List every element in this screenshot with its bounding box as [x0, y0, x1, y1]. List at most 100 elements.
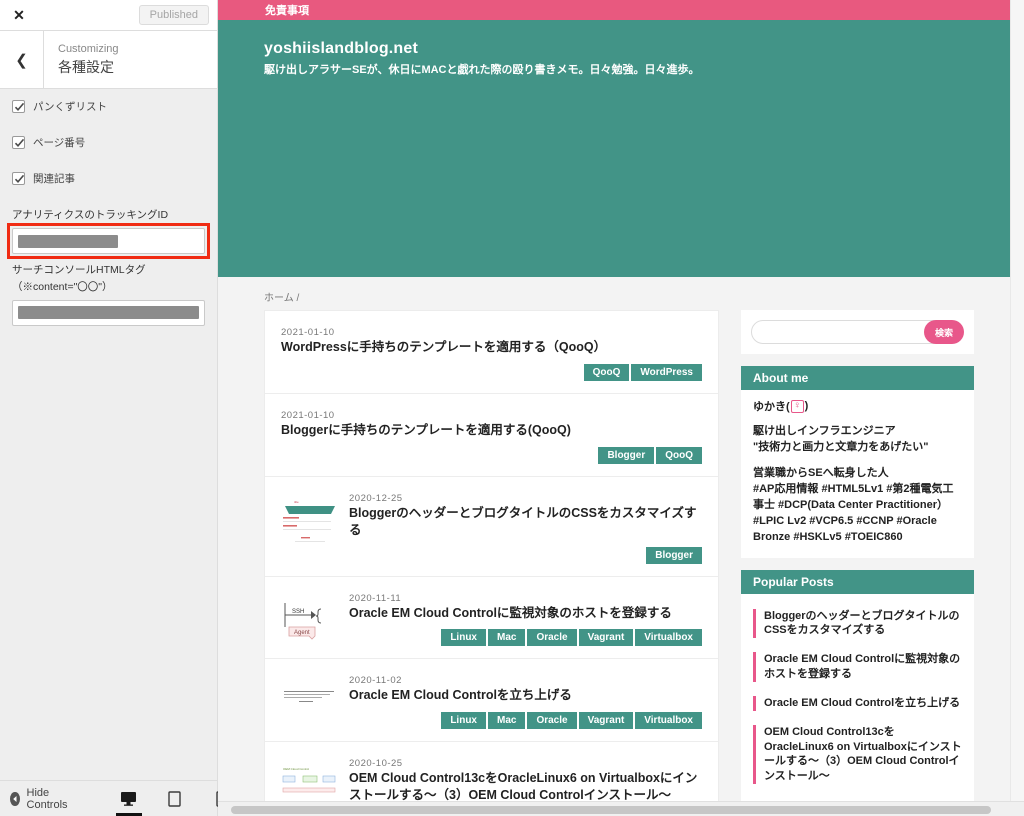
post-title[interactable]: Oracle EM Cloud Controlに監視対象のホストを登録する — [349, 605, 702, 622]
about-me-widget: About me ゆかき(♀) 駆け出しインフラエンジニア "技術力と画力と文章… — [741, 366, 974, 558]
author-name-tail: ) — [804, 400, 809, 412]
post-item[interactable]: 2021-01-10 WordPressに手持ちのテンプレートを適用する（Qoo… — [265, 311, 718, 394]
post-body: 2020-11-11 Oracle EM Cloud Controlに監視対象の… — [349, 593, 702, 647]
tag-chip[interactable]: Linux — [441, 629, 486, 647]
author-name-text: ゆかき( — [753, 401, 790, 413]
customizer-sidebar: ✕ Published ❮ Customizing 各種設定 パンくずリスト ペ… — [0, 0, 226, 816]
tag-chip[interactable]: Virtualbox — [635, 629, 702, 647]
customizer-footer: Hide Controls — [0, 780, 226, 816]
post-date: 2020-12-25 — [349, 492, 403, 504]
about-me-heading: About me — [741, 366, 974, 390]
redacted-value — [18, 306, 199, 320]
checkbox-icon[interactable] — [12, 172, 25, 185]
svg-text:Agent: Agent — [294, 630, 310, 636]
customizer-topbar: ✕ Published — [0, 0, 217, 31]
customizer-title-group: Customizing 各種設定 — [44, 41, 119, 79]
post-list: 2021-01-10 WordPressに手持ちのテンプレートを適用する（Qoo… — [264, 310, 719, 801]
collapse-left-icon — [10, 791, 20, 806]
checkbox-row-pagenum[interactable]: ページ番号 — [12, 135, 205, 150]
site-preview-frame: 免責事項 yoshiislandblog.net 駆け出しアラサーSEが、休日に… — [218, 0, 1024, 816]
search-console-tag-wrap — [12, 299, 205, 326]
post-item[interactable]: OEM Cloud Control 2020-10-25 OEM Cloud C… — [265, 742, 718, 801]
post-date: 2020-11-11 — [349, 592, 402, 604]
post-title[interactable]: BloggerのヘッダーとブログタイトルのCSSをカスタマイズする — [349, 505, 702, 539]
post-title[interactable]: WordPressに手持ちのテンプレートを適用する（QooQ） — [281, 339, 702, 356]
popular-post-title[interactable]: OEM Cloud Control13cをOracleLinux6 on Vir… — [764, 725, 962, 784]
post-item[interactable]: title 2020-12-25 BloggerのヘッダーとブログタイトルのCS… — [265, 477, 718, 577]
customizer-controls: パンくずリスト ページ番号 関連記事 アナリティクスのトラッキングID サーチコ… — [0, 89, 217, 816]
svg-text:title: title — [294, 500, 299, 504]
checkbox-label: 関連記事 — [33, 173, 75, 185]
post-tags: QooQ WordPress — [281, 363, 702, 381]
redacted-value — [18, 234, 118, 248]
close-icon[interactable]: ✕ — [10, 6, 28, 24]
tag-chip[interactable]: Blogger — [598, 446, 655, 464]
post-title[interactable]: Bloggerに手持ちのテンプレートを適用する(QooQ) — [281, 422, 702, 439]
post-title[interactable]: OEM Cloud Control13cをOracleLinux6 on Vir… — [349, 770, 702, 801]
scrollbar-thumb[interactable] — [231, 806, 991, 814]
post-date: 2021-01-10 — [281, 327, 335, 338]
post-item[interactable]: 2020-11-02 Oracle EM Cloud Controlを立ち上げる… — [265, 659, 718, 743]
checkbox-label: ページ番号 — [33, 137, 86, 149]
tag-chip[interactable]: QooQ — [656, 446, 702, 464]
post-body: 2020-12-25 BloggerのヘッダーとブログタイトルのCSSをカスタマ… — [349, 493, 702, 564]
search-console-tag-input[interactable] — [12, 299, 205, 326]
hide-controls-button[interactable]: Hide Controls — [10, 787, 72, 811]
tag-chip[interactable]: QooQ — [583, 363, 630, 381]
post-item[interactable]: 2021-01-10 Bloggerに手持ちのテンプレートを適用する(QooQ)… — [265, 394, 718, 477]
content-columns: 2021-01-10 WordPressに手持ちのテンプレートを適用する（Qoo… — [218, 310, 1024, 801]
accent-bar-icon — [753, 652, 756, 682]
tag-chip[interactable]: Vagrant — [578, 629, 634, 647]
tag-chip[interactable]: Mac — [488, 712, 526, 730]
site-preview-content: 免責事項 yoshiislandblog.net 駆け出しアラサーSEが、休日に… — [218, 0, 1024, 801]
tag-chip[interactable]: WordPress — [631, 363, 702, 381]
accent-bar-icon — [753, 608, 756, 639]
tag-chip[interactable]: Mac — [488, 629, 526, 647]
tag-chip[interactable]: Linux — [441, 712, 486, 730]
popular-posts-body: BloggerのヘッダーとブログタイトルのCSSをカスタマイズする Oracle… — [741, 594, 974, 801]
checkbox-icon[interactable] — [12, 136, 25, 149]
preview-horizontal-scrollbar[interactable] — [218, 801, 1024, 816]
accent-bar-icon — [753, 724, 756, 785]
post-date: 2021-01-10 — [281, 409, 335, 421]
checkbox-row-breadcrumb[interactable]: パンくずリスト — [12, 99, 205, 114]
published-button[interactable]: Published — [138, 5, 209, 25]
post-thumbnail: title — [281, 496, 339, 545]
post-body: 2021-01-10 Bloggerに手持ちのテンプレートを適用する(QooQ)… — [281, 410, 702, 464]
analytics-id-input[interactable] — [12, 228, 205, 255]
list-item[interactable]: OEM Cloud Control13cをOracleLinux6 on Vir… — [753, 718, 962, 791]
search-widget: 検索 — [741, 310, 974, 354]
notice-label: 免責事項 — [265, 5, 309, 17]
tag-chip[interactable]: Blogger — [646, 546, 702, 564]
desktop-icon[interactable] — [115, 781, 142, 816]
customizing-eyebrow: Customizing — [58, 42, 119, 55]
tablet-icon[interactable] — [162, 781, 188, 816]
tag-chip[interactable]: Virtualbox — [635, 712, 702, 730]
device-preview-group — [115, 781, 234, 816]
post-item[interactable]: SSH Agent 2020-11-11 Oracle EM Cloud Con… — [265, 577, 718, 660]
list-item[interactable]: BloggerのヘッダーとブログタイトルのCSSをカスタマイズする — [753, 602, 962, 646]
page-title: 各種設定 — [58, 59, 114, 76]
tag-chip[interactable]: Oracle — [527, 629, 577, 647]
chevron-left-icon[interactable]: ❮ — [0, 30, 44, 89]
post-title[interactable]: Oracle EM Cloud Controlを立ち上げる — [349, 687, 702, 704]
search-button[interactable]: 検索 — [924, 320, 964, 344]
checkbox-row-related[interactable]: 関連記事 — [12, 171, 205, 186]
preview-vertical-scrollbar[interactable] — [1010, 0, 1024, 801]
popular-post-title[interactable]: Oracle EM Cloud Controlに監視対象のホストを登録する — [764, 652, 962, 682]
checkbox-label: パンくずリスト — [33, 101, 108, 113]
breadcrumb[interactable]: ホーム / — [218, 277, 1024, 310]
tag-chip[interactable]: Oracle — [527, 712, 577, 730]
svg-text:SSH: SSH — [292, 609, 304, 615]
site-notice-bar[interactable]: 免責事項 — [218, 0, 1024, 20]
popular-posts-widget: Popular Posts BloggerのヘッダーとブログタイトルのCSSをカ… — [741, 569, 974, 801]
list-item[interactable]: Oracle EM Cloud Controlを立ち上げる — [753, 689, 962, 718]
popular-post-title[interactable]: Oracle EM Cloud Controlを立ち上げる — [764, 696, 960, 711]
author-name: ゆかき(♀) — [753, 398, 962, 414]
checkbox-icon[interactable] — [12, 100, 25, 113]
tag-chip[interactable]: Vagrant — [578, 712, 634, 730]
author-bio: 駆け出しインフラエンジニア "技術力と画力と文章力をあげたい" — [753, 425, 929, 453]
post-tags: Blogger QooQ — [281, 446, 702, 464]
popular-post-title[interactable]: BloggerのヘッダーとブログタイトルのCSSをカスタマイズする — [764, 609, 962, 639]
list-item[interactable]: Oracle EM Cloud Controlに監視対象のホストを登録する — [753, 645, 962, 689]
